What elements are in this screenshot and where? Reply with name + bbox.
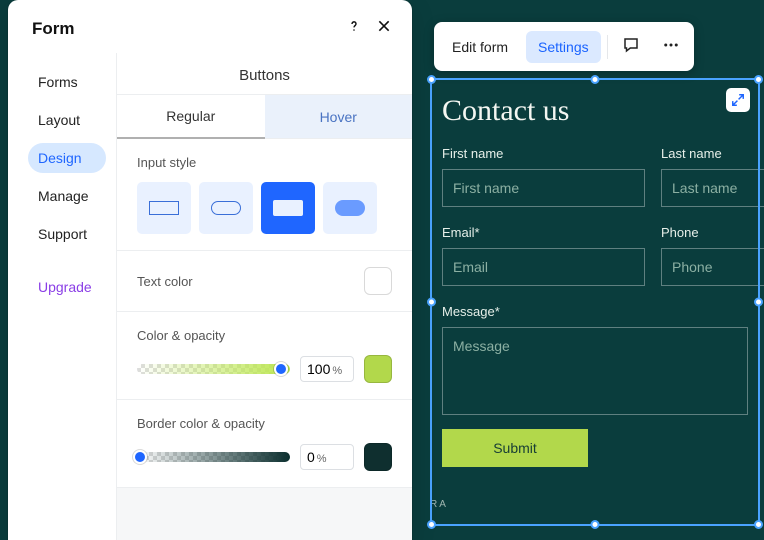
- text-color-group: Text color: [117, 251, 412, 312]
- close-button[interactable]: [376, 18, 392, 39]
- border-opacity-group: Border color & opacity 0 %: [117, 400, 412, 488]
- color-opacity-label: Color & opacity: [137, 328, 392, 343]
- resize-handle[interactable]: [754, 75, 763, 84]
- pill-outline-icon: [211, 201, 241, 215]
- canvas: Edit form Settings RA Contact us First n…: [420, 0, 764, 540]
- upgrade-link[interactable]: Upgrade: [28, 273, 106, 301]
- side-nav: Forms Layout Design Manage Support Upgra…: [8, 53, 116, 540]
- rect-filled-icon: [273, 200, 303, 216]
- border-opacity-slider-handle[interactable]: [133, 450, 147, 464]
- edit-form-button[interactable]: Edit form: [440, 31, 520, 63]
- nav-support[interactable]: Support: [28, 219, 106, 249]
- toolbar-divider: [607, 35, 608, 59]
- nav-manage[interactable]: Manage: [28, 181, 106, 211]
- panel-header: Form: [8, 0, 412, 53]
- more-button[interactable]: [654, 28, 688, 65]
- color-opacity-group: Color & opacity 100 %: [117, 312, 412, 400]
- text-color-swatch[interactable]: [364, 267, 392, 295]
- resize-handle[interactable]: [427, 298, 436, 307]
- border-opacity-gradient: [137, 452, 290, 462]
- style-option-outline-pill[interactable]: [199, 182, 253, 234]
- fill-color-swatch[interactable]: [364, 355, 392, 383]
- border-opacity-unit: %: [317, 453, 327, 465]
- opacity-value-box[interactable]: 100 %: [300, 356, 354, 382]
- nav-forms[interactable]: Forms: [28, 67, 106, 97]
- opacity-value: 100: [307, 361, 330, 377]
- expand-icon: [731, 93, 745, 107]
- border-opacity-value: 0: [307, 449, 315, 465]
- style-option-filled-pill[interactable]: [323, 182, 377, 234]
- section-heading: Buttons: [117, 53, 412, 95]
- opacity-unit: %: [332, 365, 342, 377]
- tab-hover[interactable]: Hover: [265, 95, 413, 139]
- floating-toolbar: Edit form Settings: [434, 22, 694, 71]
- close-icon: [376, 18, 392, 34]
- input-style-group: Input style: [117, 139, 412, 251]
- help-button[interactable]: [346, 18, 362, 39]
- border-opacity-slider-track[interactable]: [137, 452, 290, 462]
- border-color-swatch[interactable]: [364, 443, 392, 471]
- border-opacity-label: Border color & opacity: [137, 416, 392, 431]
- opacity-gradient: [137, 364, 290, 374]
- border-opacity-value-box[interactable]: 0 %: [300, 444, 354, 470]
- comments-button[interactable]: [614, 28, 648, 65]
- resize-handle[interactable]: [591, 520, 600, 529]
- tab-regular[interactable]: Regular: [117, 95, 265, 139]
- nav-design[interactable]: Design: [28, 143, 106, 173]
- settings-button[interactable]: Settings: [526, 31, 601, 63]
- resize-handle[interactable]: [427, 520, 436, 529]
- design-panel: Form Forms Layout Design Manage Support …: [8, 0, 412, 540]
- style-option-filled-rect[interactable]: [261, 182, 315, 234]
- resize-handle[interactable]: [591, 75, 600, 84]
- opacity-slider-track[interactable]: [137, 364, 290, 374]
- question-icon: [346, 18, 362, 34]
- input-style-label: Input style: [137, 155, 392, 170]
- panel-title: Form: [32, 19, 75, 39]
- resize-handle[interactable]: [754, 520, 763, 529]
- state-tabs: Regular Hover: [117, 95, 412, 139]
- expand-button[interactable]: [726, 88, 750, 112]
- nav-layout[interactable]: Layout: [28, 105, 106, 135]
- speech-bubble-icon: [622, 36, 640, 54]
- opacity-slider-handle[interactable]: [274, 362, 288, 376]
- resize-handle[interactable]: [427, 75, 436, 84]
- text-color-label: Text color: [137, 274, 193, 289]
- rect-outline-icon: [149, 201, 179, 215]
- properties-pane: Buttons Regular Hover Input style: [116, 53, 412, 540]
- resize-handle[interactable]: [754, 298, 763, 307]
- style-option-outline-rect[interactable]: [137, 182, 191, 234]
- selection-outline[interactable]: [430, 78, 760, 526]
- pill-filled-icon: [335, 200, 365, 216]
- ellipsis-icon: [662, 36, 680, 54]
